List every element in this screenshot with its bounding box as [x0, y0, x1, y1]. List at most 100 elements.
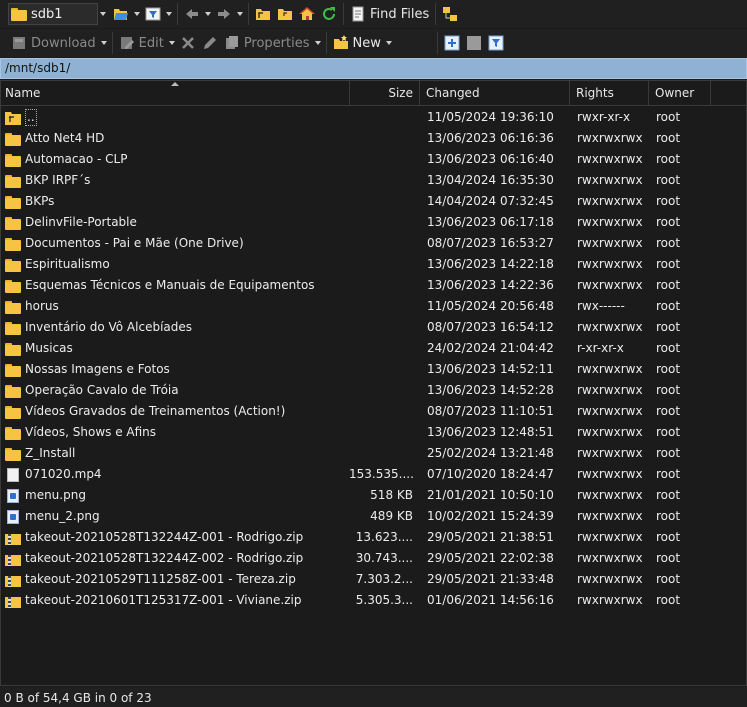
column-header-name[interactable]: Name [1, 81, 350, 106]
toolbar-separator [177, 3, 178, 25]
download-dropdown[interactable] [99, 32, 109, 54]
file-name: Nossas Imagens e Fotos [25, 362, 170, 376]
table-row[interactable]: Documentos - Pai e Mãe (One Drive) 08/07/… [1, 233, 746, 254]
edit-button[interactable]: Edit [116, 31, 167, 55]
table-row[interactable]: Musicas 24/02/2024 21:04:42 r-xr-xr-x root [1, 338, 746, 359]
unselect-button[interactable] [463, 31, 485, 55]
edit-dropdown[interactable] [167, 32, 177, 54]
new-button[interactable]: New [330, 31, 384, 55]
edit-label: Edit [138, 35, 164, 51]
home-directory-button[interactable] [296, 2, 318, 26]
filter-button[interactable] [142, 2, 164, 26]
toolbar-separator [343, 3, 344, 25]
table-row[interactable]: Inventário do Vô Alcebíades 08/07/2023 16… [1, 317, 746, 338]
table-row[interactable]: Esquemas Técnicos e Manuais de Equipamen… [1, 275, 746, 296]
table-row[interactable]: takeout-20210528T132244Z-001 - Rodrigo.z… [1, 527, 746, 548]
file-owner: root [656, 488, 681, 502]
find-files-button[interactable]: Find Files [347, 2, 432, 26]
column-header-size[interactable]: Size [350, 81, 420, 106]
drive-selector[interactable]: sdb1 [8, 3, 98, 25]
select-add-button[interactable] [441, 31, 463, 55]
column-header-changed[interactable]: Changed [420, 81, 570, 106]
new-dropdown[interactable] [384, 32, 394, 54]
file-changed: 07/10/2020 18:24:47 [427, 467, 554, 481]
table-row[interactable]: menu.png 518 KB 21/01/2021 10:50:10 rwxrwxr… [1, 485, 746, 506]
file-name: Atto Net4 HD [25, 131, 105, 145]
file-size [349, 317, 413, 338]
file-size [349, 401, 413, 422]
back-dropdown[interactable] [203, 3, 213, 25]
file-owner: root [656, 425, 681, 439]
refresh-button[interactable] [318, 2, 340, 26]
file-changed: 01/06/2021 14:56:16 [427, 593, 554, 607]
folder-icon [5, 300, 21, 314]
file-size [349, 338, 413, 359]
root-folder-icon [278, 9, 292, 20]
back-button[interactable] [181, 2, 203, 26]
table-row[interactable]: takeout-20210528T132244Z-002 - Rodrigo.z… [1, 548, 746, 569]
table-row[interactable]: Vídeos, Shows e Afins 13/06/2023 12:48:51… [1, 422, 746, 443]
file-changed: 29/05/2021 22:02:38 [427, 551, 554, 565]
table-row[interactable]: Vídeos Gravados de Treinamentos (Action!… [1, 401, 746, 422]
table-row[interactable]: DelinvFile-Portable 13/06/2023 06:17:18 rw… [1, 212, 746, 233]
table-row[interactable]: Atto Net4 HD 13/06/2023 06:16:36 rwxrwxrwx… [1, 128, 746, 149]
file-rights: rwxrwxrwx [577, 446, 643, 460]
table-row[interactable]: takeout-20210601T125317Z-001 - Viviane.z… [1, 590, 746, 611]
table-row[interactable]: Automacao - CLP 13/06/2023 06:16:40 rwxrwx… [1, 149, 746, 170]
delete-button[interactable] [177, 31, 199, 55]
table-row[interactable]: Espiritualismo 13/06/2023 14:22:18 rwxrwxr… [1, 254, 746, 275]
chevron-down-icon [134, 12, 140, 16]
status-bar: 0 B of 54,4 GB in 0 of 23 [0, 687, 747, 707]
table-row[interactable]: BKPs 14/04/2024 07:32:45 rwxrwxrwx root [1, 191, 746, 212]
zip-file-icon [5, 594, 21, 608]
properties-button[interactable]: Properties [221, 31, 313, 55]
parent-directory-button[interactable] [252, 2, 274, 26]
file-rights: rwxrwxrwx [577, 467, 643, 481]
file-size [349, 380, 413, 401]
file-changed: 13/06/2023 14:52:11 [427, 362, 554, 376]
table-row[interactable]: Nossas Imagens e Fotos 13/06/2023 14:52:1… [1, 359, 746, 380]
file-size [349, 422, 413, 443]
table-row[interactable]: .. 11/05/2024 19:36:10 rwxr-xr-x root [1, 107, 746, 128]
table-row[interactable]: horus 11/05/2024 20:56:48 rwx------ root [1, 296, 746, 317]
root-directory-button[interactable] [274, 2, 296, 26]
file-rows: .. 11/05/2024 19:36:10 rwxr-xr-x root Atto … [1, 107, 746, 611]
tree-button[interactable] [439, 2, 461, 26]
file-rights: rwxrwxrwx [577, 215, 643, 229]
file-owner: root [656, 362, 681, 376]
properties-dropdown[interactable] [313, 32, 323, 54]
drive-dropdown-button[interactable] [98, 3, 108, 25]
file-size [349, 128, 413, 149]
table-row[interactable]: Operação Cavalo de Tróia 13/06/2023 14:52… [1, 380, 746, 401]
folder-icon [5, 216, 21, 230]
file-changed: 08/07/2023 16:54:12 [427, 320, 554, 334]
download-button[interactable]: Download [8, 31, 99, 55]
table-row[interactable]: BKP IRPF´s 13/04/2024 16:35:30 rwxrwxrwx ro… [1, 170, 746, 191]
file-name: Musicas [25, 341, 73, 355]
file-size [349, 254, 413, 275]
current-path-bar[interactable]: /mnt/sdb1/ [0, 58, 747, 79]
file-name: Inventário do Vô Alcebíades [25, 320, 193, 334]
column-changed-label: Changed [426, 86, 480, 100]
open-directory-button[interactable] [110, 2, 132, 26]
column-header-rights[interactable]: Rights [570, 81, 649, 106]
table-row[interactable]: Z_Install 25/02/2024 13:21:48 rwxrwxrwx roo… [1, 443, 746, 464]
file-size [349, 443, 413, 464]
column-header-owner[interactable]: Owner [649, 81, 711, 106]
filter-dropdown[interactable] [164, 3, 174, 25]
table-row[interactable]: 071020.mp4 153.535.... 07/10/2020 18:24:47… [1, 464, 746, 485]
table-row[interactable]: takeout-20210529T111258Z-001 - Tereza.zi… [1, 569, 746, 590]
table-row[interactable]: menu_2.png 489 KB 10/02/2021 15:24:39 rwxrw… [1, 506, 746, 527]
file-changed: 13/06/2023 06:16:40 [427, 152, 554, 166]
file-size [349, 191, 413, 212]
file-actions-toolbar: Download Edit Properties New [0, 29, 747, 57]
forward-dropdown[interactable] [235, 3, 245, 25]
back-arrow-icon [186, 9, 198, 19]
minus-square-icon [466, 36, 481, 50]
forward-button[interactable] [213, 2, 235, 26]
delete-x-icon [181, 37, 194, 49]
filter-select-button[interactable] [485, 31, 507, 55]
file-list[interactable]: Name Size Changed Rights Owner .. 11/05/2… [0, 80, 747, 686]
rename-button[interactable] [199, 31, 221, 55]
open-directory-dropdown[interactable] [132, 3, 142, 25]
